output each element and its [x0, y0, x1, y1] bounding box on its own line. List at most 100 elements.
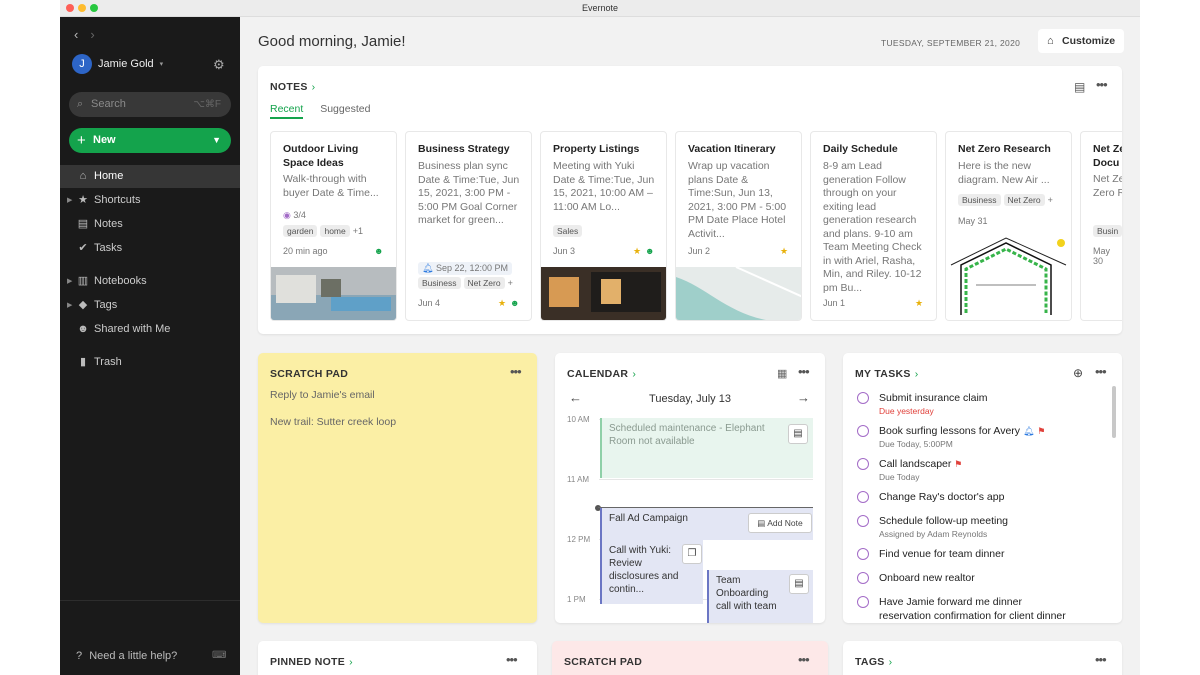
more-tags-count: +1: [352, 226, 363, 236]
caret-right-icon[interactable]: ▶: [67, 294, 72, 317]
task-checkbox[interactable]: [857, 515, 869, 527]
back-arrow-icon[interactable]: ‹: [74, 27, 78, 42]
task-checkbox[interactable]: [857, 425, 869, 437]
note-card[interactable]: Net Ze Docu Net Ze Docu Zero R Busin May…: [1080, 131, 1122, 321]
tag-chip[interactable]: Sales: [553, 225, 583, 237]
task-checkbox[interactable]: [857, 458, 869, 470]
add-task-icon[interactable]: ⊕: [1073, 366, 1083, 380]
scratch-pad-widget[interactable]: SCRATCH PAD •••: [552, 641, 828, 675]
tab-suggested[interactable]: Suggested: [320, 103, 370, 117]
calendar-event[interactable]: Scheduled maintenance - Elephant Room no…: [600, 418, 813, 478]
tag-chip[interactable]: Busin: [1093, 225, 1122, 237]
add-tag-button[interactable]: +: [508, 278, 513, 288]
close-window-button[interactable]: [66, 4, 74, 12]
search-icon: ⌕: [77, 98, 84, 110]
sidebar-item-trash[interactable]: ▮ Trash: [60, 351, 240, 374]
new-note-icon[interactable]: ▤: [1074, 80, 1085, 94]
task-checkbox[interactable]: [857, 596, 869, 608]
zoom-window-button[interactable]: [90, 4, 98, 12]
note-card[interactable]: Vacation Itinerary Wrap up vacation plan…: [675, 131, 802, 321]
search-input[interactable]: ⌕ Search ⌥⌘F: [69, 92, 231, 117]
pinned-note-header[interactable]: PINNED NOTE ›: [270, 656, 353, 668]
task-checkbox[interactable]: [857, 548, 869, 560]
minimize-window-button[interactable]: [78, 4, 86, 12]
more-options-icon[interactable]: •••: [798, 652, 810, 667]
star-icon: ★: [78, 194, 88, 206]
more-options-icon[interactable]: •••: [1095, 364, 1107, 379]
note-card[interactable]: Outdoor Living Space Ideas Walk-through …: [270, 131, 397, 321]
tasks-widget: MY TASKS › ⊕ ••• Submit insurance claim Du…: [843, 353, 1122, 623]
sidebar-item-shortcuts[interactable]: ▶ ★ Shortcuts: [60, 189, 240, 212]
customize-button[interactable]: ⌂ Customize: [1038, 29, 1124, 53]
calendar-event[interactable]: Team Onboarding call with team ▤: [707, 570, 813, 623]
note-link-icon[interactable]: ▤: [789, 574, 809, 594]
calendar-icon[interactable]: ▦: [777, 367, 787, 380]
tag-chip[interactable]: Business: [418, 277, 461, 289]
calendar-event[interactable]: Fall Ad Campaign ▤ Add Note: [600, 508, 813, 540]
note-thumbnail: [676, 267, 801, 320]
notes-widget-header[interactable]: NOTES ›: [270, 81, 315, 93]
caret-right-icon[interactable]: ▶: [67, 189, 72, 212]
account-menu[interactable]: J Jamie Gold ▾: [72, 54, 163, 74]
shared-icon: ☻: [510, 298, 520, 308]
tag-icon: ◆: [78, 299, 88, 311]
hour-line: [599, 479, 813, 480]
time-label: 11 AM: [567, 475, 590, 484]
tag-chip[interactable]: Net Zero: [1003, 194, 1045, 206]
sidebar-item-shared[interactable]: ☻ Shared with Me: [60, 318, 240, 341]
sidebar-item-notebooks[interactable]: ▶ ▥ Notebooks: [60, 270, 240, 293]
sidebar-item-home[interactable]: ⌂ Home: [60, 165, 240, 188]
notebook-icon: ▥: [77, 275, 89, 287]
sidebar: ‹ › J Jamie Gold ▾ ⚙ ⌕ Search ⌥⌘F + New ▼…: [60, 17, 240, 675]
more-options-icon[interactable]: •••: [506, 652, 518, 667]
people-icon: ☻: [77, 323, 89, 335]
sidebar-item-tasks[interactable]: ✔ Tasks: [60, 237, 240, 260]
chevron-down-icon[interactable]: ▼: [212, 128, 221, 153]
tag-chip[interactable]: Net Zero: [463, 277, 505, 289]
gear-icon[interactable]: ⚙: [213, 57, 225, 73]
tags-widget-header[interactable]: TAGS ›: [855, 656, 892, 668]
more-options-icon[interactable]: •••: [1096, 77, 1108, 92]
note-card[interactable]: Business Strategy Business plan sync Dat…: [405, 131, 532, 321]
widget-title: SCRATCH PAD: [564, 656, 643, 668]
scrollbar[interactable]: [1112, 386, 1116, 438]
task-checkbox[interactable]: [857, 392, 869, 404]
note-link-icon[interactable]: ▤: [788, 424, 808, 444]
tag-chip[interactable]: garden: [283, 225, 318, 237]
note-link-icon[interactable]: ❐: [682, 544, 702, 564]
task-title: Onboard new realtor: [879, 572, 975, 584]
time-label: 12 PM: [567, 535, 591, 544]
help-link[interactable]: ? Need a little help? ⌨: [76, 650, 226, 662]
more-options-icon[interactable]: •••: [510, 364, 522, 379]
new-button[interactable]: + New ▼: [69, 128, 231, 153]
widget-title: TAGS: [855, 656, 885, 668]
tag-chip[interactable]: Business: [958, 194, 1001, 206]
note-date: Jun 3: [553, 246, 576, 256]
tasks-widget-header[interactable]: MY TASKS ›: [855, 368, 918, 380]
calendar-event[interactable]: Call with Yuki: Review disclosures and c…: [600, 540, 703, 604]
note-card[interactable]: Net Zero Research Here is the new diagra…: [945, 131, 1072, 321]
note-snippet: Net Ze Docu Zero R: [1093, 173, 1122, 199]
home-icon: ⌂: [1047, 35, 1054, 47]
scratch-pad-widget[interactable]: SCRATCH PAD ••• Reply to Jamie's email N…: [258, 353, 537, 623]
sidebar-item-notes[interactable]: ▤ Notes: [60, 213, 240, 236]
tag-chip[interactable]: home: [320, 225, 350, 237]
tab-recent[interactable]: Recent: [270, 103, 304, 119]
next-day-arrow-icon[interactable]: →: [797, 390, 810, 405]
task-checkbox[interactable]: [857, 491, 869, 503]
add-tag-button[interactable]: +: [1048, 195, 1053, 205]
caret-right-icon[interactable]: ▶: [67, 270, 72, 293]
note-card[interactable]: Daily Schedule 8-9 am Lead generation Fo…: [810, 131, 937, 321]
note-card[interactable]: Property Listings Meeting with Yuki Date…: [540, 131, 667, 321]
more-options-icon[interactable]: •••: [798, 364, 810, 379]
keyboard-icon[interactable]: ⌨: [212, 650, 226, 661]
divider: [60, 600, 240, 601]
add-note-button[interactable]: ▤ Add Note: [748, 513, 812, 533]
calendar-widget-header[interactable]: CALENDAR ›: [567, 368, 636, 380]
more-options-icon[interactable]: •••: [1095, 652, 1107, 667]
forward-arrow-icon[interactable]: ›: [90, 27, 94, 42]
search-placeholder: Search: [91, 98, 126, 110]
task-checkbox[interactable]: [857, 572, 869, 584]
event-title: Team Onboarding call with team: [716, 575, 777, 612]
sidebar-item-tags[interactable]: ▶ ◆ Tags: [60, 294, 240, 317]
